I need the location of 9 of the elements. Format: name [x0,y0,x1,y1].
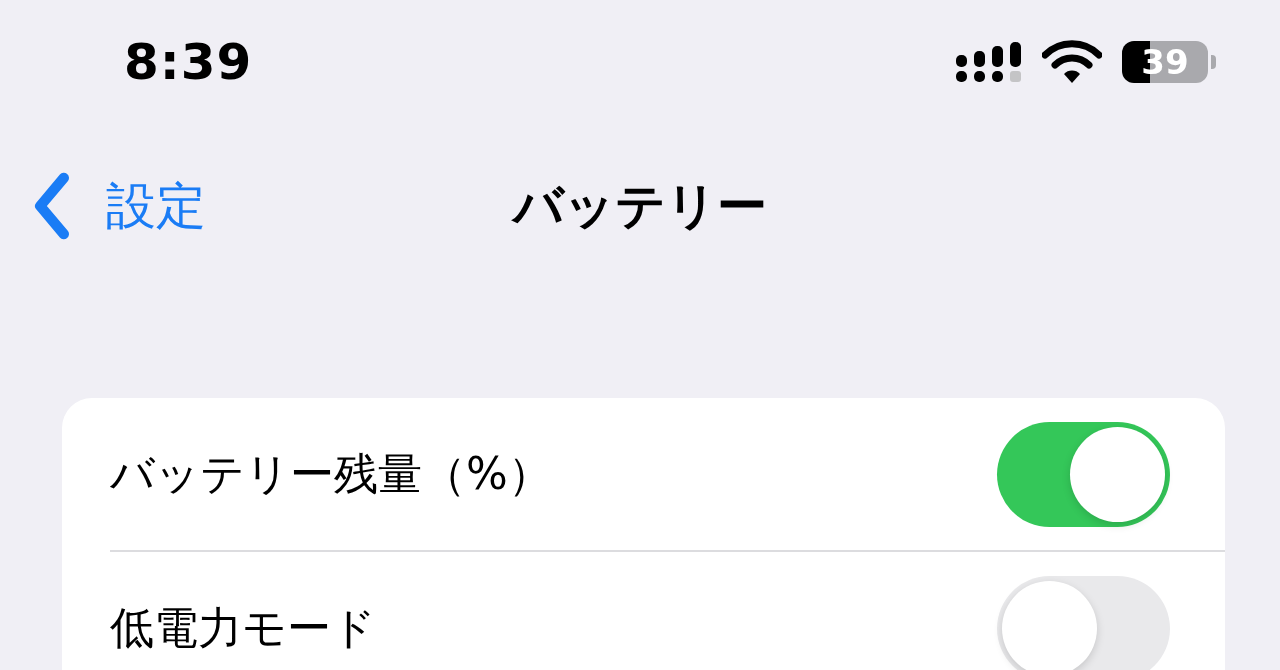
page-title: バッテリー [513,175,767,237]
status-time: 8:39 [124,33,253,91]
setting-label: 低電力モード [110,600,376,655]
battery-cap-icon [1211,55,1216,69]
wifi-icon [1042,40,1102,84]
cellular-signal-icon [956,42,1022,82]
setting-label: バッテリー残量（%） [110,446,552,501]
back-button[interactable]: 設定 [32,172,206,240]
chevron-left-icon [32,172,72,240]
